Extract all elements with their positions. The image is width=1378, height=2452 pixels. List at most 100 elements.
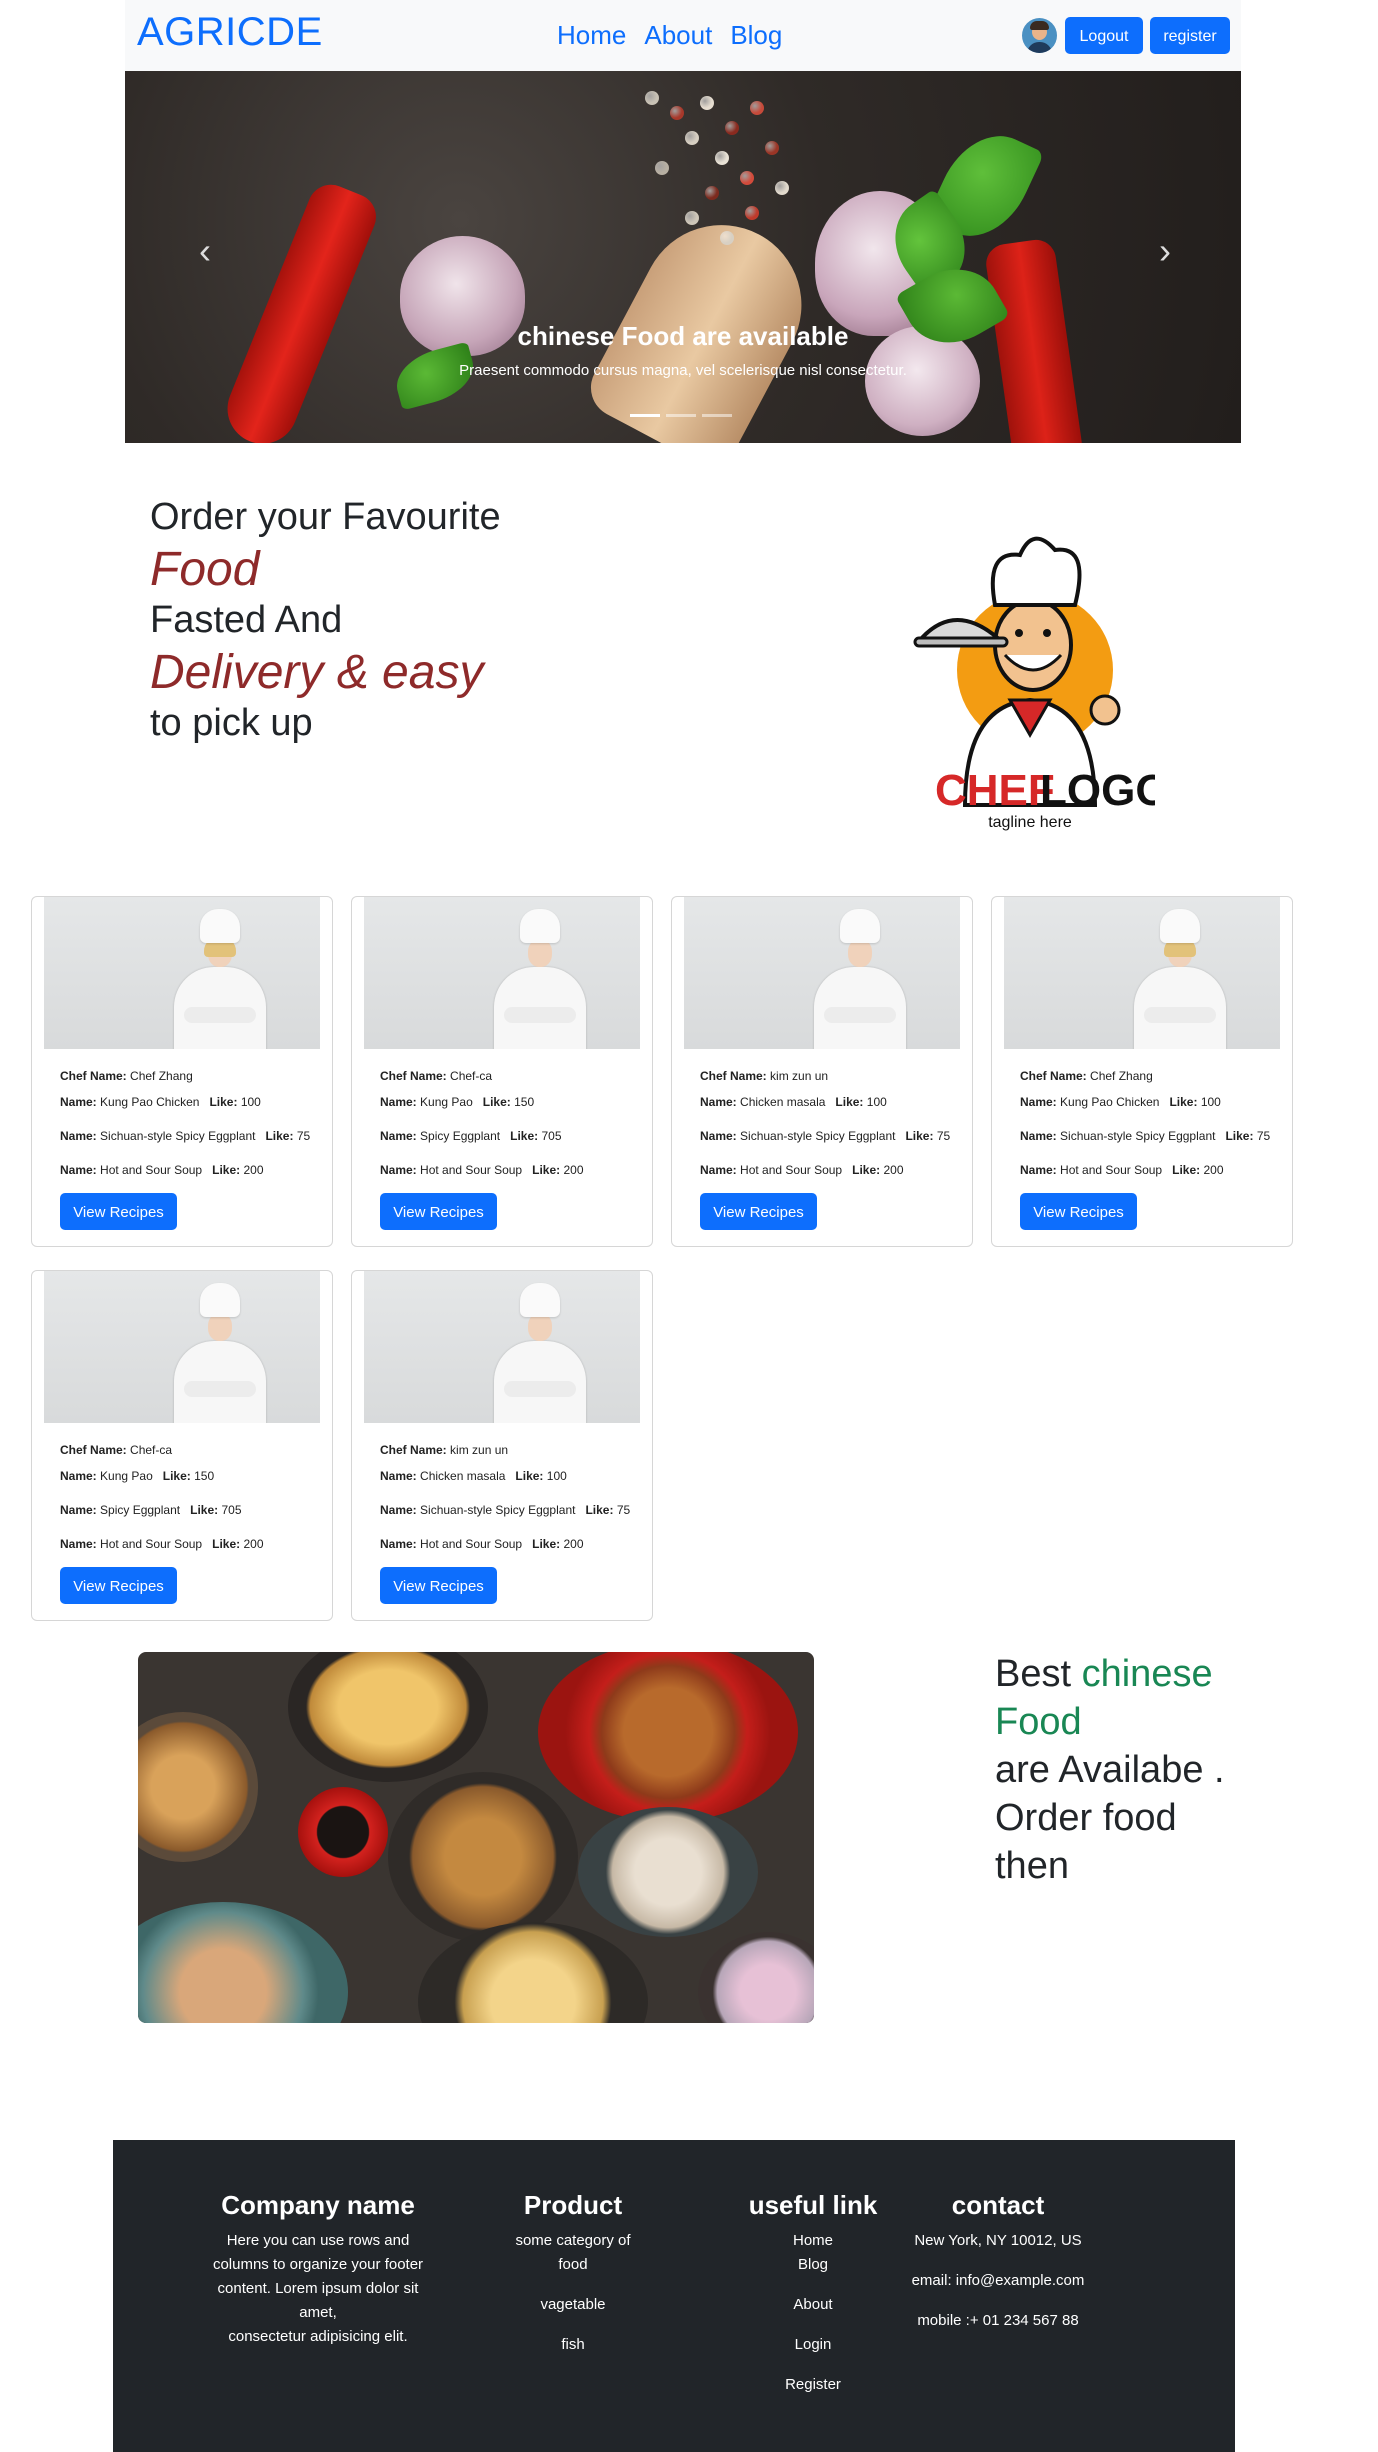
- chef-name-label: Chef Name:: [700, 1069, 767, 1083]
- recipe-row: Name: Hot and Sour Soup Like: 200: [380, 1161, 584, 1179]
- footer-email: email: info@example.com: [911, 2272, 1085, 2289]
- recipe-row: Name: Chicken masala Like: 100: [700, 1093, 950, 1111]
- recipe-name: Hot and Sour Soup: [420, 1163, 523, 1177]
- footer: Company name Here you can use rows and c…: [113, 2140, 1235, 2452]
- recipe-row: Name: Sichuan-style Spicy Eggplant Like:…: [60, 1127, 310, 1145]
- nav-home[interactable]: Home: [557, 20, 626, 51]
- footer-text-line: amet,: [299, 2304, 337, 2321]
- logout-button[interactable]: Logout: [1065, 17, 1143, 54]
- like-count: 150: [514, 1095, 535, 1109]
- chef-name-row: Chef Name: kim zun un: [380, 1441, 630, 1459]
- like-count: 200: [883, 1163, 904, 1177]
- recipe-row: Name: Kung Pao Chicken Like: 100: [60, 1093, 310, 1111]
- chef-card: Chef Name: Chef-ca Name: Kung Pao Like: 1…: [351, 896, 653, 1247]
- like-label: Like:: [265, 1129, 294, 1143]
- brand-logo[interactable]: AGRICDE: [137, 10, 323, 55]
- nav-links: Home About Blog: [557, 20, 782, 51]
- recipe-row: Name: Kung Pao Chicken Like: 100: [1020, 1093, 1270, 1111]
- carousel-prev-icon[interactable]: ‹: [185, 231, 225, 271]
- footer-address: New York, NY 10012, US: [914, 2232, 1082, 2249]
- like-label: Like:: [212, 1537, 241, 1551]
- peppercorn: [700, 96, 714, 110]
- footer-product-item[interactable]: some category of food: [503, 2229, 643, 2277]
- recipe-name-label: Name:: [60, 1129, 97, 1143]
- carousel-caption: chinese Food are available Praesent comm…: [125, 321, 1241, 379]
- footer-product-item[interactable]: fish: [473, 2333, 673, 2357]
- footer-link-register[interactable]: Register: [713, 2373, 913, 2397]
- dumplings-plate: [578, 1807, 758, 1937]
- chef-face: [208, 1313, 232, 1341]
- nav-about[interactable]: About: [644, 20, 712, 51]
- nav-blog[interactable]: Blog: [730, 20, 782, 51]
- footer-link-home[interactable]: Home: [713, 2229, 913, 2253]
- like-label: Like:: [212, 1163, 241, 1177]
- recipe-name: Chicken masala: [420, 1469, 506, 1483]
- recipe-name-label: Name:: [60, 1095, 97, 1109]
- footer-links-title: useful link: [748, 2190, 878, 2220]
- recipe-name-label: Name:: [1020, 1129, 1057, 1143]
- footer-mobile: mobile :+ 01 234 567 88: [917, 2312, 1079, 2329]
- recipe-row: Name: Spicy Eggplant Like: 705: [60, 1501, 264, 1519]
- chef-name-row: Chef Name: Chef-ca: [380, 1067, 584, 1085]
- recipe-name: Hot and Sour Soup: [100, 1163, 203, 1177]
- like-count: 100: [240, 1095, 261, 1109]
- view-recipes-button[interactable]: View Recipes: [380, 1567, 497, 1604]
- chef-arms: [824, 1007, 896, 1023]
- hero-accent: Delivery & easy: [150, 645, 484, 699]
- carousel-indicator[interactable]: [630, 414, 660, 417]
- roast-chicken-plate: [538, 1652, 798, 1822]
- recipe-row: Name: Sichuan-style Spicy Eggplant Like:…: [380, 1501, 630, 1519]
- footer-text-line: columns to organize your footer: [212, 2256, 424, 2273]
- like-label: Like:: [510, 1129, 539, 1143]
- chef-arms: [1144, 1007, 1216, 1023]
- recipe-row: Name: Hot and Sour Soup Like: 200: [1020, 1161, 1270, 1179]
- like-count: 100: [866, 1095, 887, 1109]
- chef-photo: [44, 1271, 320, 1423]
- peppercorn: [765, 141, 779, 155]
- chef-name: Chef-ca: [450, 1069, 493, 1083]
- chef-arms: [184, 1007, 256, 1023]
- carousel-indicator[interactable]: [666, 414, 696, 417]
- footer-link-about[interactable]: About: [713, 2293, 913, 2317]
- user-avatar[interactable]: [1022, 18, 1057, 53]
- view-recipes-button[interactable]: View Recipes: [380, 1193, 497, 1230]
- recipe-name-label: Name:: [380, 1469, 417, 1483]
- like-count: 200: [1203, 1163, 1224, 1177]
- hero-carousel[interactable]: ‹ › chinese Food are available Praesent …: [125, 71, 1241, 443]
- recipe-row: Name: Kung Pao Like: 150: [380, 1093, 584, 1111]
- like-count: 75: [936, 1129, 951, 1143]
- chef-hat: [200, 909, 240, 943]
- recipe-name-label: Name:: [380, 1095, 417, 1109]
- register-button[interactable]: register: [1150, 17, 1230, 54]
- logo-word-text: LOGO: [1040, 766, 1155, 815]
- view-recipes-button[interactable]: View Recipes: [700, 1193, 817, 1230]
- noodles-plate: [388, 1772, 578, 1942]
- carousel-next-icon[interactable]: ›: [1145, 231, 1185, 271]
- view-recipes-button[interactable]: View Recipes: [60, 1567, 177, 1604]
- like-label: Like:: [482, 1095, 511, 1109]
- recipe-row: Name: Hot and Sour Soup Like: 200: [380, 1535, 630, 1553]
- like-count: 200: [243, 1537, 264, 1551]
- recipe-name: Kung Pao: [100, 1469, 153, 1483]
- footer-link-login[interactable]: Login: [713, 2333, 913, 2357]
- hero-accent: Food: [150, 542, 260, 596]
- recipe-name: Kung Pao Chicken: [1060, 1095, 1160, 1109]
- footer-link-blog[interactable]: Blog: [713, 2253, 913, 2277]
- chef-face: [848, 939, 872, 967]
- chef-name-row: Chef Name: kim zun un: [700, 1067, 950, 1085]
- chef-photo: [684, 897, 960, 1049]
- like-count: 150: [194, 1469, 215, 1483]
- view-recipes-button[interactable]: View Recipes: [60, 1193, 177, 1230]
- recipe-name-label: Name:: [380, 1503, 417, 1517]
- chef-card: Chef Name: Chef Zhang Name: Kung Pao Chic…: [31, 896, 333, 1247]
- footer-text-line: consectetur adipisicing elit.: [228, 2328, 408, 2345]
- view-recipes-button[interactable]: View Recipes: [1020, 1193, 1137, 1230]
- footer-product-item[interactable]: vagetable: [473, 2293, 673, 2317]
- carousel-indicators: [630, 414, 732, 417]
- chef-name-row: Chef Name: Chef Zhang: [60, 1067, 310, 1085]
- like-label: Like:: [852, 1163, 881, 1177]
- footer-text-line: content. Lorem ipsum dolor sit: [217, 2280, 419, 2297]
- recipe-name-label: Name:: [60, 1537, 97, 1551]
- like-label: Like:: [190, 1503, 219, 1517]
- carousel-indicator[interactable]: [702, 414, 732, 417]
